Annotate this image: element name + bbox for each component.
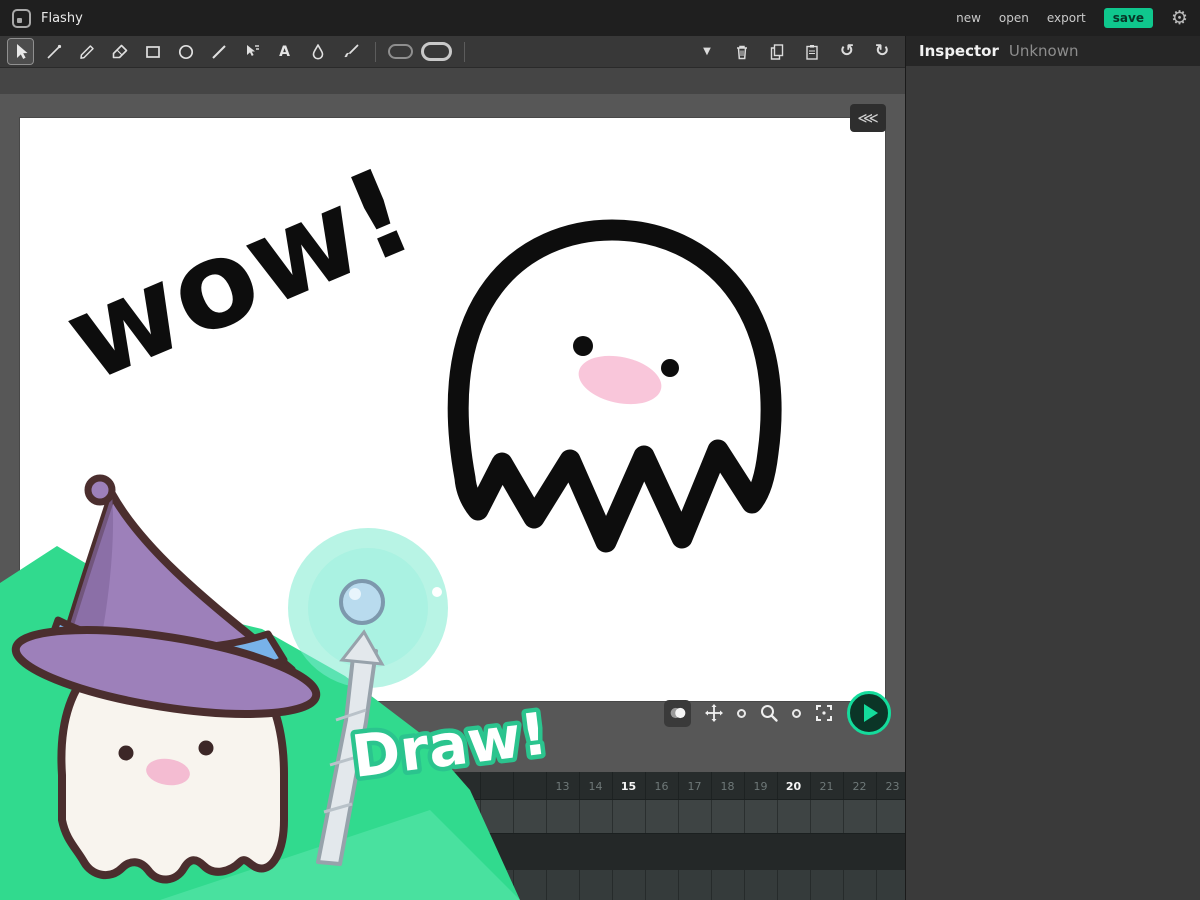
frame-number[interactable]: 20 bbox=[777, 772, 810, 800]
frame-number[interactable]: 18 bbox=[711, 772, 744, 800]
inspector-selection-label: Unknown bbox=[1009, 42, 1079, 60]
tool-text-button[interactable]: A bbox=[272, 39, 297, 64]
timeline-track-1[interactable] bbox=[0, 800, 905, 834]
ghost-sketch-eye-left bbox=[573, 336, 593, 356]
app-logo-icon bbox=[12, 9, 31, 28]
toolbar-separator bbox=[375, 42, 376, 62]
layer-dropdown-button[interactable]: ▼ bbox=[696, 41, 718, 63]
cursor-icon bbox=[11, 42, 31, 62]
chevron-down-icon: ▼ bbox=[703, 46, 711, 57]
frame-number[interactable]: 19 bbox=[744, 772, 777, 800]
toolbar-separator bbox=[464, 42, 465, 62]
tool-eraser-button[interactable] bbox=[107, 39, 132, 64]
top-menu: new open export save ⚙ bbox=[956, 8, 1200, 28]
play-button[interactable] bbox=[847, 691, 891, 735]
zoom-tool-button[interactable] bbox=[758, 702, 780, 724]
toolbar-actions: ▼ ↺ ↻ bbox=[696, 41, 905, 63]
frame-number[interactable]: 22 bbox=[843, 772, 876, 800]
collapse-panel-button[interactable]: ⋘ bbox=[850, 104, 886, 132]
onion-skin-toggle[interactable] bbox=[664, 700, 691, 727]
magnifier-icon bbox=[758, 702, 780, 724]
undo-icon: ↺ bbox=[840, 43, 854, 60]
text-tool-icon: A bbox=[279, 44, 290, 60]
trash-icon bbox=[732, 42, 752, 62]
delete-frame-button[interactable] bbox=[731, 41, 753, 63]
ghost-sketch-eye-right bbox=[661, 359, 679, 377]
redo-icon: ↻ bbox=[875, 43, 889, 60]
timeline-ruler[interactable]: 1314151617181920212223 bbox=[0, 772, 905, 800]
frame-number[interactable]: 21 bbox=[810, 772, 843, 800]
onion-skin-prev-control[interactable] bbox=[388, 44, 413, 59]
tool-rectangle-button[interactable] bbox=[140, 39, 165, 64]
onion-skin-icon bbox=[666, 701, 690, 725]
tool-select-button[interactable] bbox=[8, 39, 33, 64]
move-arrows-icon bbox=[703, 702, 725, 724]
timeline-frames: 1314151617181920212223 bbox=[546, 772, 909, 800]
transform-cursor-icon bbox=[242, 42, 262, 62]
zoom-out-button[interactable] bbox=[737, 709, 746, 718]
pen-icon bbox=[44, 42, 64, 62]
pencil-icon bbox=[77, 42, 97, 62]
tool-transform-button[interactable] bbox=[239, 39, 264, 64]
doodle-text: wow! bbox=[47, 142, 432, 410]
view-controls bbox=[664, 690, 891, 736]
frame-number[interactable]: 13 bbox=[546, 772, 579, 800]
paste-icon bbox=[802, 42, 822, 62]
frame-number[interactable]: 14 bbox=[579, 772, 612, 800]
pan-tool-button[interactable] bbox=[703, 702, 725, 724]
ellipse-icon bbox=[176, 42, 196, 62]
inspector-title: Inspector bbox=[919, 42, 999, 60]
tool-line-button[interactable] bbox=[206, 39, 231, 64]
ink-drop-icon bbox=[308, 42, 328, 62]
canvas-drawing: wow! bbox=[20, 118, 885, 701]
tool-bar: A ▼ ↺ ↻ bbox=[0, 36, 905, 68]
inspector-header: Inspector Unknown bbox=[906, 36, 1200, 66]
app-title: Flashy bbox=[41, 11, 83, 26]
rectangle-icon bbox=[143, 42, 163, 62]
drawing-canvas[interactable]: wow! bbox=[20, 118, 885, 701]
line-icon bbox=[209, 42, 229, 62]
top-bar: Flashy new open export save ⚙ bbox=[0, 0, 1200, 36]
onion-skin-next-control[interactable] bbox=[421, 42, 452, 61]
fit-view-button[interactable] bbox=[813, 702, 835, 724]
menu-export[interactable]: export bbox=[1047, 11, 1086, 25]
tool-fill-button[interactable] bbox=[305, 39, 330, 64]
tool-pen-button[interactable] bbox=[41, 39, 66, 64]
play-icon bbox=[864, 704, 878, 722]
menu-open[interactable]: open bbox=[999, 11, 1029, 25]
collapse-chevrons-icon: ⋘ bbox=[857, 109, 878, 127]
timeline-panel: 1314151617181920212223 bbox=[0, 772, 905, 900]
frame-number[interactable]: 15 bbox=[612, 772, 645, 800]
brush-icon bbox=[341, 42, 361, 62]
zoom-in-button[interactable] bbox=[792, 709, 801, 718]
frame-number[interactable]: 17 bbox=[678, 772, 711, 800]
menu-new[interactable]: new bbox=[956, 11, 981, 25]
inspector-panel: Inspector Unknown bbox=[905, 36, 1200, 900]
tool-brush-button[interactable] bbox=[338, 39, 363, 64]
redo-button[interactable]: ↻ bbox=[871, 41, 893, 63]
undo-button[interactable]: ↺ bbox=[836, 41, 858, 63]
canvas-top-strip bbox=[0, 68, 905, 94]
timeline-gap bbox=[0, 834, 905, 870]
copy-frame-button[interactable] bbox=[766, 41, 788, 63]
tool-pencil-button[interactable] bbox=[74, 39, 99, 64]
eraser-icon bbox=[110, 42, 130, 62]
save-button[interactable]: save bbox=[1104, 8, 1153, 28]
fit-screen-icon bbox=[813, 702, 835, 724]
timeline-track-2[interactable] bbox=[0, 870, 905, 900]
frame-number[interactable]: 16 bbox=[645, 772, 678, 800]
tool-ellipse-button[interactable] bbox=[173, 39, 198, 64]
copy-icon bbox=[767, 42, 787, 62]
paste-frame-button[interactable] bbox=[801, 41, 823, 63]
inspector-body bbox=[906, 66, 1200, 900]
gear-icon[interactable]: ⚙ bbox=[1171, 9, 1188, 28]
canvas-area: wow! ⋘ bbox=[0, 68, 905, 772]
